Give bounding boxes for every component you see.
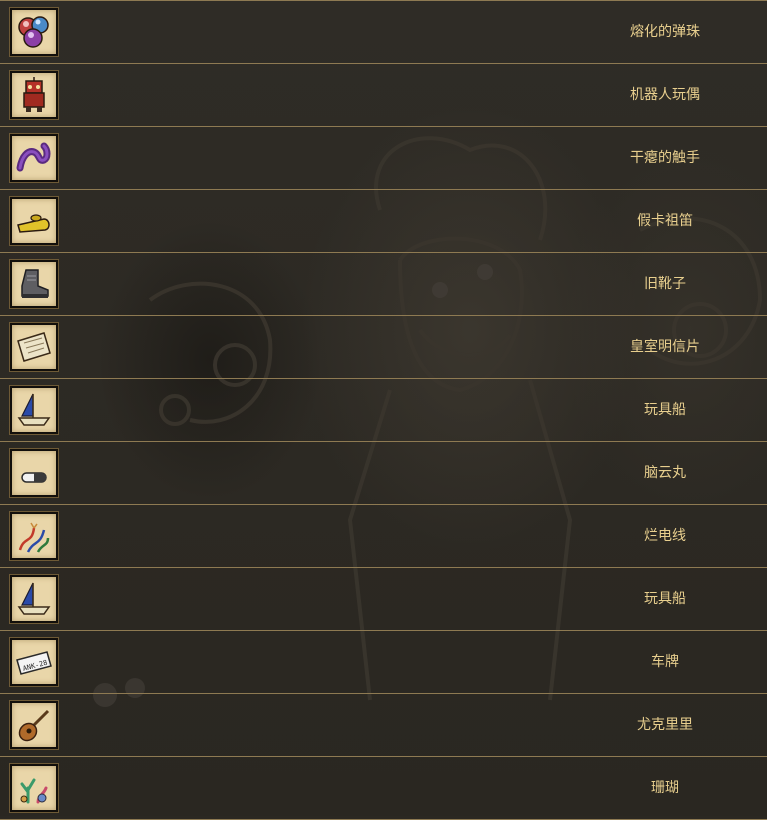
- brain-pill-icon: [21, 472, 47, 483]
- list-item[interactable]: 皇室明信片: [0, 315, 767, 378]
- list-item[interactable]: 机器人玩偶: [0, 63, 767, 126]
- item-label[interactable]: 脑云丸: [595, 442, 735, 504]
- toy-boat-icon: [17, 582, 51, 615]
- item-label[interactable]: 旧靴子: [595, 253, 735, 315]
- ukulele-icon: [18, 709, 50, 742]
- list-item[interactable]: 脑云丸: [0, 441, 767, 504]
- item-icon-frame: [10, 8, 58, 56]
- list-item[interactable]: 干瘪的触手: [0, 126, 767, 189]
- item-label[interactable]: 玩具船: [595, 379, 735, 441]
- item-icon-frame: [10, 71, 58, 119]
- item-label[interactable]: 皇室明信片: [595, 316, 735, 378]
- item-icon-frame: [10, 701, 58, 749]
- list-item[interactable]: 假卡祖笛: [0, 189, 767, 252]
- item-icon-frame: [10, 134, 58, 182]
- list-item[interactable]: 熔化的弹珠: [0, 0, 767, 63]
- melty-marbles-icon: [18, 16, 49, 48]
- frayed-wires-icon: [18, 522, 50, 553]
- license-plate-icon: ANK-28: [16, 651, 52, 675]
- list-item[interactable]: 珊瑚: [0, 756, 767, 820]
- list-item[interactable]: 尤克里里: [0, 693, 767, 756]
- list-item[interactable]: 玩具船: [0, 378, 767, 441]
- item-label[interactable]: 车牌: [595, 631, 735, 693]
- fake-kazoo-icon: [17, 214, 50, 233]
- item-label[interactable]: 干瘪的触手: [595, 127, 735, 189]
- item-icon-frame: [10, 512, 58, 560]
- royal-postcard-icon: [17, 332, 51, 362]
- item-label[interactable]: 玩具船: [595, 568, 735, 630]
- list-item[interactable]: ANK-28 车牌: [0, 630, 767, 693]
- item-icon-frame: [10, 323, 58, 371]
- item-label[interactable]: 珊瑚: [595, 757, 735, 819]
- item-icon-frame: [10, 386, 58, 434]
- item-icon-frame: [10, 575, 58, 623]
- coral-icon: [20, 778, 48, 804]
- list-item[interactable]: 玩具船: [0, 567, 767, 630]
- item-label[interactable]: 机器人玩偶: [595, 64, 735, 126]
- item-list: 熔化的弹珠 机器人玩偶 干瘪的触手 假卡祖笛 旧靴子 皇室明信片 玩具船 脑云丸…: [0, 0, 767, 820]
- item-icon-frame: [10, 260, 58, 308]
- item-icon-frame: [10, 449, 58, 497]
- item-icon-frame: ANK-28: [10, 638, 58, 686]
- withered-tentacle-icon: [16, 142, 51, 172]
- list-item[interactable]: 旧靴子: [0, 252, 767, 315]
- toy-boat-icon: [17, 393, 51, 426]
- item-icon-frame: [10, 197, 58, 245]
- item-label[interactable]: 熔化的弹珠: [595, 1, 735, 63]
- list-item[interactable]: 烂电线: [0, 504, 767, 567]
- item-label[interactable]: 假卡祖笛: [595, 190, 735, 252]
- item-label[interactable]: 烂电线: [595, 505, 735, 567]
- item-icon-frame: [10, 764, 58, 812]
- robot-toy-icon: [23, 77, 45, 112]
- item-label[interactable]: 尤克里里: [595, 694, 735, 756]
- old-boot-icon: [21, 269, 49, 298]
